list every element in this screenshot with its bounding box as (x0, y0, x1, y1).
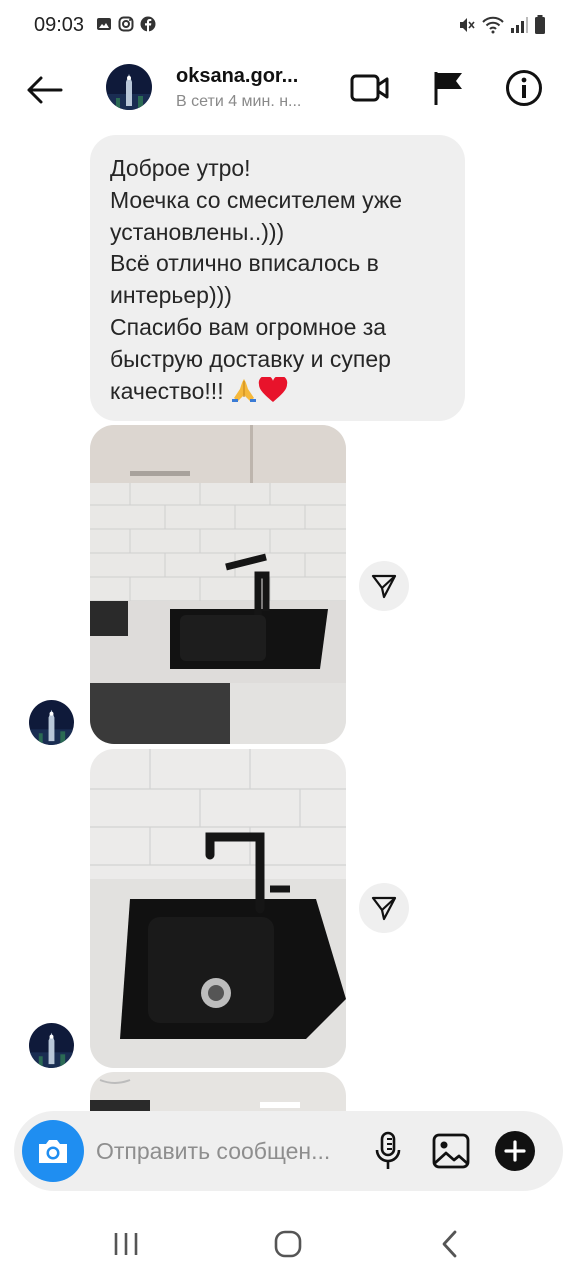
back-icon (442, 1230, 457, 1258)
back-arrow-icon (27, 76, 63, 104)
red-heart-emoji (258, 376, 288, 402)
sink-closeup-image (90, 749, 346, 1068)
battery-icon (535, 15, 545, 34)
chat-online-status: В сети 4 мин. н... (176, 93, 302, 110)
camera-icon (39, 1140, 67, 1163)
message-line: Доброе утро! (110, 155, 251, 181)
message-composer (14, 1111, 563, 1191)
message-bubble[interactable]: Доброе утро! Моечка со смесителем уже ус… (90, 135, 465, 421)
gallery-icon (97, 18, 111, 30)
instagram-icon (118, 16, 134, 32)
send-icon (371, 574, 397, 599)
message-last-line: качество!!! (110, 376, 447, 408)
message-photo[interactable] (90, 425, 346, 744)
share-photo-button[interactable] (359, 883, 409, 933)
message-line: установлены..))) (110, 218, 285, 245)
info-icon (506, 70, 542, 106)
system-nav-bar (0, 1210, 576, 1280)
kitchen-photo-image (90, 1072, 346, 1112)
signal-icon (511, 17, 528, 33)
sink-photo-image (90, 425, 346, 744)
avatar-image (106, 64, 152, 110)
nav-back-button[interactable] (420, 1222, 480, 1266)
recent-apps-button[interactable] (96, 1222, 156, 1266)
message-photo[interactable] (90, 749, 346, 1068)
message-line: интерьер))) (110, 282, 232, 309)
sender-avatar[interactable] (29, 1023, 74, 1068)
back-button[interactable] (20, 68, 68, 112)
status-bar: 09:03 (0, 0, 576, 50)
message-line: Всё отлично вписалось в (110, 250, 379, 277)
status-time: 09:03 (34, 14, 85, 36)
share-photo-button[interactable] (359, 561, 409, 611)
message-line: Моечка со смесителем уже (110, 186, 403, 213)
video-camera-icon (350, 74, 389, 102)
microphone-icon (375, 1131, 401, 1169)
folded-hands-emoji (231, 378, 256, 402)
gallery-button[interactable] (429, 1129, 473, 1173)
facebook-icon (140, 16, 156, 32)
profile-avatar[interactable] (106, 64, 152, 110)
camera-button[interactable] (22, 1120, 84, 1182)
flag-icon (434, 72, 462, 105)
home-icon (274, 1230, 302, 1258)
home-button[interactable] (258, 1222, 318, 1266)
status-left-icons (96, 16, 156, 32)
message-line: быструю доставку и супер (110, 345, 391, 372)
info-button[interactable] (502, 66, 546, 110)
report-button[interactable] (426, 66, 470, 110)
voice-message-button[interactable] (366, 1129, 410, 1173)
mute-icon (460, 18, 475, 32)
avatar-image (29, 1023, 74, 1068)
message-line: качество!!! (110, 377, 224, 404)
more-options-button[interactable] (493, 1129, 537, 1173)
sender-avatar[interactable] (29, 700, 74, 745)
message-input[interactable] (96, 1131, 358, 1171)
gallery-icon (432, 1133, 470, 1169)
avatar-image (29, 700, 74, 745)
send-icon (371, 896, 397, 921)
message-line: Спасибо вам огромное за (110, 313, 387, 340)
chat-header: oksana.gor... В сети 4 мин. н... (0, 52, 576, 128)
message-photo[interactable] (90, 1072, 346, 1112)
status-right-icons (458, 15, 546, 35)
video-call-button[interactable] (348, 66, 392, 110)
wifi-icon (482, 16, 504, 34)
plus-icon (495, 1131, 535, 1171)
chat-username[interactable]: oksana.gor... (176, 65, 316, 88)
recent-apps-icon (114, 1233, 138, 1255)
